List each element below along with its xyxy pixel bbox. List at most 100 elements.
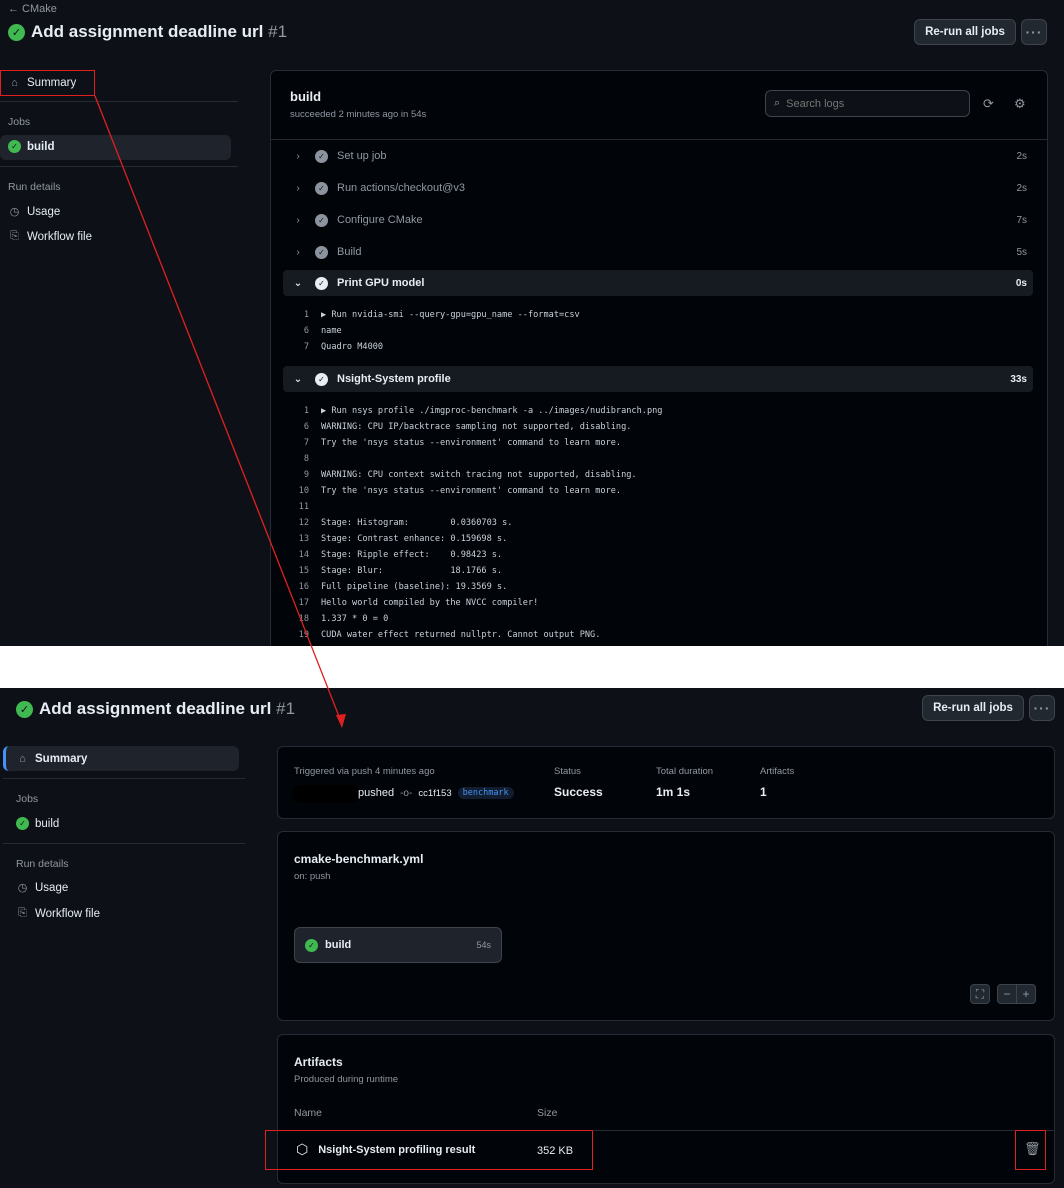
log-line: 1 ▶ Run nvidia-smi --query-gpu=gpu_name -… bbox=[283, 307, 1023, 323]
log-header-divider bbox=[271, 139, 1047, 140]
artifacts-count: 1 bbox=[760, 785, 767, 799]
line-text: WARNING: CPU IP/backtrace sampling not s… bbox=[321, 422, 632, 432]
log-line: 11 bbox=[283, 499, 1023, 515]
run-number: #1 bbox=[276, 699, 296, 718]
log-line: 12 Stage: Histogram: 0.0360703 s. bbox=[283, 515, 1023, 531]
sidebar-item-usage[interactable]: ◷ Usage bbox=[8, 205, 61, 219]
sidebar-item-usage[interactable]: ◷ Usage bbox=[16, 881, 69, 895]
redacted-avatar bbox=[292, 785, 360, 803]
step-name: Nsight-System profile bbox=[337, 373, 451, 385]
step-row[interactable]: › ✓ Set up job 2s bbox=[283, 143, 1033, 169]
sidebar-item-workflow-file[interactable]: ⎘ Workflow file bbox=[16, 907, 100, 920]
step-row[interactable]: › ✓ Build 5s bbox=[283, 239, 1033, 265]
line-text: Try the 'nsys status --environment' comm… bbox=[321, 438, 622, 448]
sidebar-item-workflow-file[interactable]: ⎘ Workflow file bbox=[8, 230, 92, 243]
check-circle-icon: ✓ bbox=[315, 245, 328, 259]
line-number: 6 bbox=[303, 422, 309, 432]
line-number: 7 bbox=[303, 342, 309, 352]
line-number: 10 bbox=[298, 486, 309, 496]
job-log-panel: build succeeded 2 minutes ago in 54s ⌕ ⟳… bbox=[270, 70, 1048, 646]
line-text: 1.337 * 0 = 0 bbox=[321, 614, 389, 624]
success-check-icon: ✓ bbox=[16, 817, 29, 830]
line-number: 9 bbox=[303, 470, 309, 480]
stopwatch-icon: ◷ bbox=[9, 206, 20, 218]
sidebar-divider bbox=[0, 166, 238, 167]
line-number: 14 bbox=[298, 550, 309, 560]
pushed-label: pushed bbox=[358, 787, 395, 799]
commit-sha[interactable]: cc1f153 bbox=[418, 788, 451, 799]
step-print-gpu-model[interactable]: ⌄ ✓ Print GPU model 0s bbox=[283, 270, 1033, 296]
step-row[interactable]: › ✓ Run actions/checkout@v3 2s bbox=[283, 175, 1033, 201]
log-line: 9 WARNING: CPU context switch tracing not… bbox=[283, 467, 1023, 483]
line-text: Stage: Ripple effect: 0.98423 s. bbox=[321, 550, 503, 560]
back-link-cmake[interactable]: ← CMake bbox=[8, 3, 57, 15]
rerun-all-jobs-button[interactable]: Re-run all jobs bbox=[922, 695, 1024, 721]
success-check-icon: ✓ bbox=[8, 140, 21, 153]
sidebar-item-summary[interactable]: ⌂ Summary bbox=[16, 752, 87, 765]
log-line: 18 1.337 * 0 = 0 bbox=[283, 611, 1023, 627]
line-text: Full pipeline (baseline): 19.3569 s. bbox=[321, 582, 508, 592]
workflow-file-name[interactable]: cmake-benchmark.yml bbox=[294, 852, 423, 866]
log-line: 13 Stage: Contrast enhance: 0.159698 s. bbox=[283, 531, 1023, 547]
chevron-right-icon: › bbox=[296, 246, 300, 258]
line-number: 13 bbox=[298, 534, 309, 544]
log-line: 10 Try the 'nsys status --environment' co… bbox=[283, 483, 1023, 499]
stopwatch-icon: ◷ bbox=[17, 882, 28, 894]
commit-icon: -o- bbox=[400, 787, 413, 799]
line-text: Try the 'nsys status --environment' comm… bbox=[321, 486, 622, 496]
sidebar-build-label: build bbox=[35, 817, 60, 830]
search-logs-input[interactable] bbox=[786, 97, 947, 110]
artifacts-label: Artifacts bbox=[760, 766, 795, 777]
zoom-in-button[interactable]: + bbox=[1016, 984, 1036, 1004]
success-check-icon: ✓ bbox=[305, 938, 318, 952]
log-line: 14 Stage: Ripple effect: 0.98423 s. bbox=[283, 547, 1023, 563]
more-options-button[interactable]: ··· bbox=[1029, 695, 1055, 721]
line-number: 11 bbox=[298, 502, 309, 512]
jobs-heading: Jobs bbox=[16, 793, 39, 805]
step-duration: 7s bbox=[1016, 214, 1027, 226]
chevron-down-icon: ⌄ bbox=[293, 277, 303, 289]
sidebar-item-build[interactable]: ✓ build bbox=[16, 817, 59, 830]
sidebar-item-build[interactable]: ✓ build bbox=[8, 140, 54, 153]
home-icon: ⌂ bbox=[19, 752, 26, 765]
sidebar-usage-label: Usage bbox=[27, 205, 61, 218]
line-number: 8 bbox=[303, 454, 309, 464]
job-node-name: build bbox=[325, 939, 352, 951]
job-node-build[interactable]: ✓ build 54s bbox=[294, 927, 502, 963]
more-options-button[interactable]: ··· bbox=[1021, 19, 1047, 45]
zoom-out-button[interactable]: − bbox=[997, 984, 1017, 1004]
success-check-icon: ✓ bbox=[16, 700, 33, 718]
line-number: 12 bbox=[298, 518, 309, 528]
line-text: CUDA water effect returned nullptr. Cann… bbox=[321, 630, 601, 640]
fullscreen-icon[interactable]: ⛶ bbox=[970, 984, 990, 1004]
refresh-icon[interactable]: ⟳ bbox=[983, 96, 994, 112]
run-details-heading: Run details bbox=[16, 858, 69, 870]
gear-icon[interactable]: ⚙ bbox=[1014, 96, 1026, 112]
line-number: 17 bbox=[298, 598, 309, 608]
search-logs-field[interactable]: ⌕ bbox=[765, 90, 970, 117]
artifacts-title: Artifacts bbox=[294, 1055, 343, 1069]
chevron-right-icon: › bbox=[296, 214, 300, 226]
line-text: Quadro M4000 bbox=[321, 342, 384, 352]
step-name: Run actions/checkout@v3 bbox=[337, 182, 465, 194]
branch-badge[interactable]: benchmark bbox=[457, 787, 514, 799]
duration-label: Total duration bbox=[656, 766, 714, 777]
run-summary-card: Triggered via push 4 minutes ago pushed … bbox=[277, 746, 1055, 819]
chevron-down-icon: ⌄ bbox=[293, 373, 303, 385]
annotation-box-artifact bbox=[265, 1130, 593, 1170]
chevron-right-icon: › bbox=[296, 150, 300, 162]
line-number: 16 bbox=[298, 582, 309, 592]
line-text: Stage: Histogram: 0.0360703 s. bbox=[321, 518, 513, 528]
chevron-right-icon: › bbox=[296, 182, 300, 194]
log-line: 6 name bbox=[283, 323, 1023, 339]
run-summary-screenshot: ✓ Add assignment deadline url #1 Re-run … bbox=[0, 688, 1064, 1188]
step-row[interactable]: › ✓ Configure CMake 7s bbox=[283, 207, 1033, 233]
rerun-all-jobs-button[interactable]: Re-run all jobs bbox=[914, 19, 1016, 45]
column-name: Name bbox=[294, 1107, 323, 1119]
step-nsight-system-profile[interactable]: ⌄ ✓ Nsight-System profile 33s bbox=[283, 366, 1033, 392]
workflow-graph-card: cmake-benchmark.yml on: push ✓ build 54s… bbox=[277, 831, 1055, 1021]
step-duration: 33s bbox=[1010, 373, 1027, 385]
search-icon: ⌕ bbox=[774, 97, 781, 109]
log-line: 16 Full pipeline (baseline): 19.3569 s. bbox=[283, 579, 1023, 595]
run-details-heading: Run details bbox=[8, 181, 61, 193]
